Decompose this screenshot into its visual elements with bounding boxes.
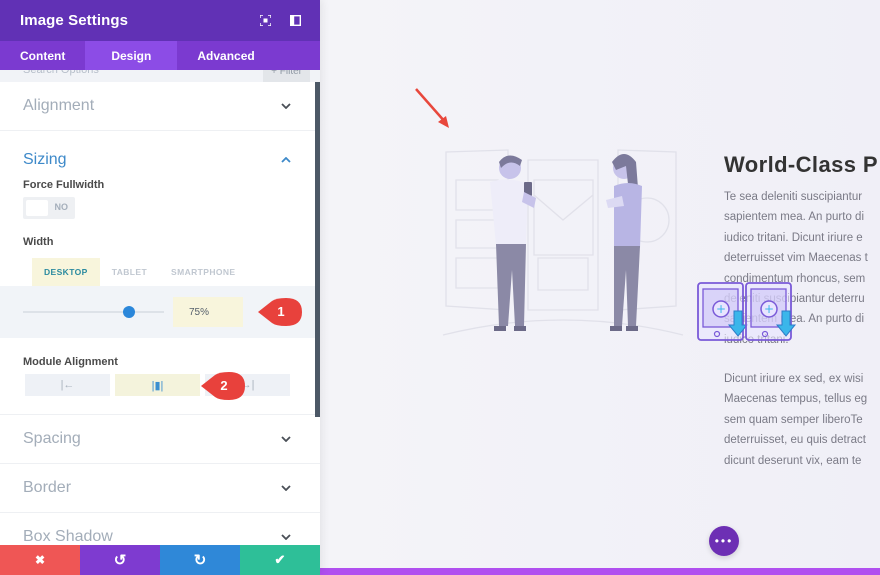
fullscreen-icon[interactable] — [258, 14, 272, 28]
text-line: dicunt deserunt vix, eam te — [724, 454, 862, 467]
check-icon: ✔ — [274, 552, 286, 567]
panel-scrollbar[interactable] — [315, 82, 320, 417]
redo-icon: ↻ — [193, 552, 207, 569]
image-settings-panel: Image Settings Content Design Advanced S… — [0, 0, 320, 575]
text-line: Te sea deleniti suscipiantur — [724, 191, 863, 203]
width-value-input[interactable]: 75% — [173, 297, 243, 327]
more-options-button[interactable]: ••• — [709, 526, 739, 556]
redo-button[interactable]: ↻ — [160, 545, 240, 575]
svg-text:+: + — [764, 302, 774, 316]
annotation-number: 2 — [220, 377, 228, 393]
close-icon: ✖ — [34, 553, 46, 567]
toggle-knob — [26, 200, 48, 216]
device-tab-tablet[interactable]: TABLET — [100, 258, 159, 286]
page-bottom-stripe — [320, 568, 880, 575]
group-spacing: Spacing — [0, 415, 320, 464]
module-alignment-options: |← |▮| →| 2 — [25, 371, 320, 400]
device-tab-smartphone[interactable]: SMARTPHONE — [159, 258, 247, 286]
section-heading: World-Class P — [724, 152, 878, 177]
chevron-down-icon — [280, 531, 292, 543]
group-border-header[interactable]: Border — [0, 464, 320, 512]
settings-scroll-area: Alignment Sizing Force Fullwidth NO Widt… — [0, 82, 320, 545]
group-box-shadow: Box Shadow — [0, 513, 320, 545]
group-alignment-header[interactable]: Alignment — [0, 82, 320, 130]
annotation-number: 1 — [277, 303, 285, 319]
red-arrow-annotation — [415, 88, 449, 128]
width-slider-row: 75% 1 — [0, 286, 320, 338]
svg-text:+: + — [716, 302, 726, 316]
annotation-badge-2: 2 — [199, 371, 245, 400]
group-spacing-header[interactable]: Spacing — [0, 415, 320, 463]
tab-design[interactable]: Design — [85, 41, 178, 70]
discard-button[interactable]: ✖ — [0, 545, 80, 575]
panel-header[interactable]: Image Settings — [0, 0, 320, 41]
group-box-shadow-header[interactable]: Box Shadow — [0, 513, 320, 545]
visual-builder: World-Class P Te sea deleniti suscipiant… — [0, 0, 880, 575]
align-left-button[interactable]: |← — [25, 374, 110, 396]
text-line: sapientem mea. An purto di — [724, 211, 864, 224]
text-line: iudico tritani. Dicunt iriure e — [724, 231, 863, 244]
group-title: Alignment — [23, 97, 95, 114]
text-line: sem quam semper liberoTe — [724, 413, 863, 426]
drag-drop-module-icons[interactable]: + + — [697, 281, 797, 345]
force-fullwidth-label: Force Fullwidth — [23, 179, 105, 191]
slider-thumb[interactable] — [122, 306, 135, 318]
panel-title: Image Settings — [20, 12, 129, 29]
chevron-down-icon — [280, 482, 292, 494]
filter-button[interactable]: + Filter — [263, 70, 310, 82]
undo-button[interactable]: ↺ — [80, 545, 160, 575]
group-alignment: Alignment — [0, 82, 320, 131]
device-tab-desktop[interactable]: DESKTOP — [32, 258, 100, 286]
chevron-up-icon — [280, 154, 292, 166]
undo-icon: ↺ — [113, 552, 127, 569]
save-button[interactable]: ✔ — [240, 545, 320, 575]
group-title: Border — [23, 479, 72, 496]
tab-content[interactable]: Content — [0, 41, 85, 70]
panel-tabs: Content Design Advanced — [0, 41, 320, 70]
text-line: deterruisset, eu quis detract — [724, 434, 866, 447]
group-sizing: Sizing Force Fullwidth NO Width DESKTOP … — [0, 131, 320, 415]
tab-advanced[interactable]: Advanced — [177, 41, 274, 70]
group-border: Border — [0, 464, 320, 513]
width-label: Width — [23, 236, 54, 248]
annotation-badge-1: 1 — [256, 297, 302, 326]
sizing-body: Force Fullwidth NO Width DESKTOP TABLET … — [0, 179, 320, 414]
module-alignment-label: Module Alignment — [23, 356, 118, 368]
sidebar-toggle-icon[interactable] — [288, 14, 302, 28]
search-options-input[interactable]: Search Options — [23, 70, 99, 76]
group-title: Spacing — [23, 430, 81, 447]
text-line: Maecenas tempus, tellus eg — [724, 393, 868, 406]
group-title: Box Shadow — [23, 528, 113, 545]
device-tabs: DESKTOP TABLET SMARTPHONE — [32, 258, 320, 286]
group-title: Sizing — [23, 151, 67, 168]
chevron-down-icon — [280, 433, 292, 445]
search-row: Search Options + Filter — [0, 70, 320, 82]
text-line: Dicunt iriure ex sed, ex wisi — [724, 373, 864, 385]
text-line: deterruisset vim Maecenas t — [724, 252, 868, 265]
people-illustration — [442, 149, 684, 336]
width-slider[interactable] — [23, 306, 164, 318]
paragraph-2: Dicunt iriure ex sed, ex wisi Maecenas t… — [724, 369, 867, 471]
toggle-state: NO — [54, 202, 69, 212]
align-center-button[interactable]: |▮| — [115, 374, 200, 396]
force-fullwidth-toggle[interactable]: NO — [23, 197, 75, 219]
chevron-down-icon — [280, 100, 292, 112]
panel-action-bar: ✖ ↺ ↻ ✔ — [0, 545, 320, 575]
